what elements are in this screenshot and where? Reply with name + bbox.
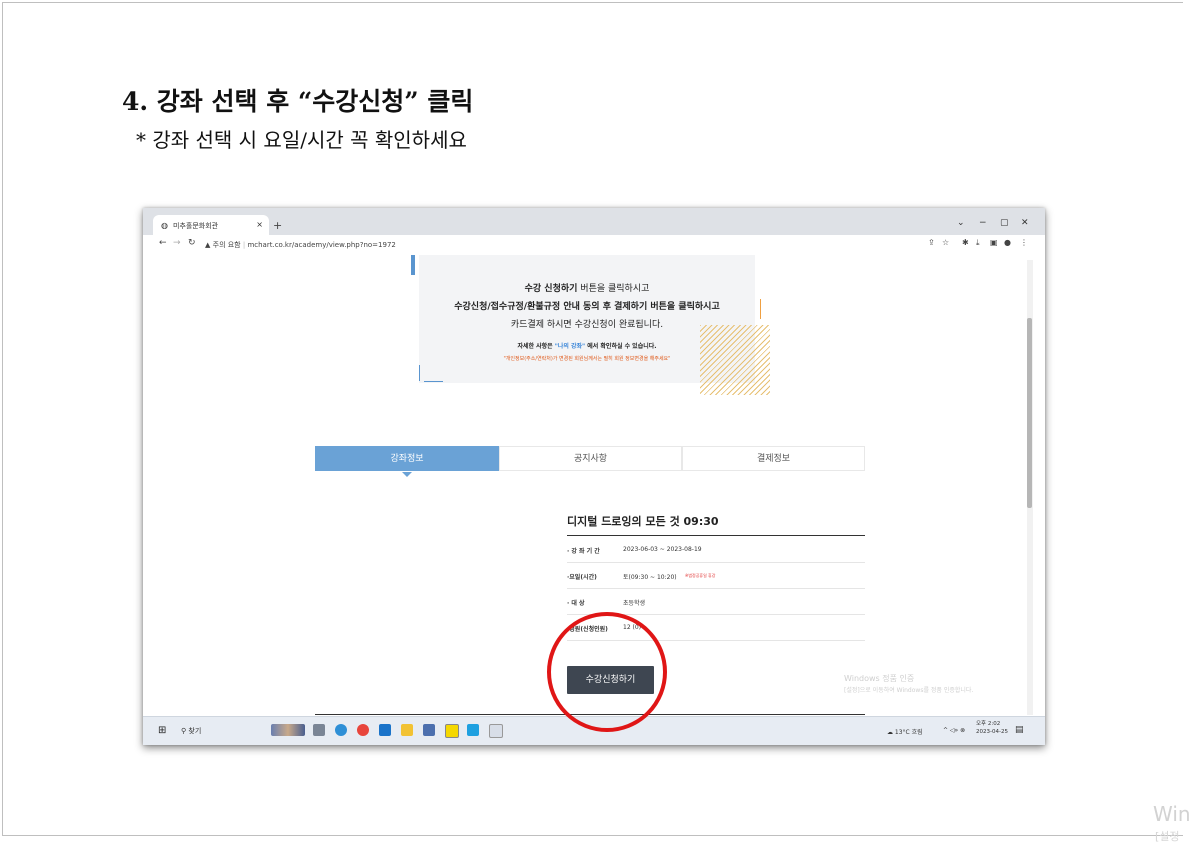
banner-corner-line-h — [424, 381, 443, 382]
security-warning-label: 주의 요함 — [212, 241, 241, 249]
info-value: 초등학생 — [623, 600, 646, 607]
browser-tab-bar: ◍ 미추홀문화회관 × + ⌄ − ▢ ✕ — [143, 208, 1045, 235]
browser-tab[interactable]: ◍ 미추홀문화회관 × — [153, 215, 269, 235]
banner-line-1: 수강 신청하기 버튼을 클릭하시고 — [419, 281, 755, 294]
edge-browser-icon[interactable] — [335, 724, 347, 736]
browser-tab-title: 미추홀문화회관 — [173, 222, 219, 230]
url-text: mchart.co.kr/academy/view.php?no=1972 — [247, 241, 396, 249]
paint-icon[interactable] — [489, 724, 503, 738]
share-icon[interactable]: ⇪ — [928, 238, 935, 247]
annotation-red-circle — [547, 612, 667, 732]
menu-icon[interactable]: ⋮ — [1020, 238, 1028, 247]
taskbar-search[interactable]: ⚲ 찾기 — [181, 726, 201, 736]
restore-icon[interactable]: ▢ — [1000, 218, 1009, 228]
weather-widget[interactable]: ☁ 13°C 흐림 — [887, 727, 923, 736]
chevron-down-icon[interactable]: ⌄ — [957, 218, 965, 228]
tab-payment-info[interactable]: 결제정보 — [682, 446, 865, 471]
minimize-icon[interactable]: − — [979, 218, 987, 228]
search-icon: ⚲ — [181, 727, 187, 735]
info-value: 토(09:30 ~ 10:20) — [623, 574, 677, 581]
info-row-period: · 강 좌 기 간 2023-06-03 ~ 2023-08-19 — [567, 536, 865, 563]
banner-line-5: "개인정보(주소/연락처)가 변경된 회원님께서는 필히 회원 정보변경을 해주… — [503, 356, 671, 362]
app-icon[interactable] — [467, 724, 479, 736]
file-explorer-icon[interactable] — [401, 724, 413, 736]
active-tab-caret — [402, 472, 412, 477]
url-field[interactable]: ▲ 주의 요함 | mchart.co.kr/academy/view.php?… — [205, 240, 396, 250]
back-icon[interactable]: ← — [159, 238, 167, 248]
scrollbar-thumb[interactable] — [1027, 318, 1032, 508]
course-title: 디지털 드로잉의 모든 것 09:30 — [567, 515, 719, 528]
my-courses-link[interactable]: "나의 강좌" — [555, 343, 585, 350]
store-icon[interactable] — [423, 724, 435, 736]
taskbar-time: 오후 2:02 — [976, 721, 1001, 727]
info-row-target: · 대 상 초등학생 — [567, 588, 865, 615]
course-tabs: 강좌정보 공지사항 결제정보 — [315, 446, 865, 472]
reload-icon[interactable]: ↻ — [188, 238, 196, 248]
document-subtitle: * 강좌 선택 시 요일/시간 꼭 확인하세요 — [136, 128, 467, 152]
system-tray-icons[interactable]: ^ ◁» ⊗ — [943, 727, 965, 734]
banner-corner-line — [419, 365, 420, 381]
close-tab-icon[interactable]: × — [256, 220, 263, 229]
windows-activation-title: Windows 정품 인증 — [844, 674, 915, 683]
task-view-icon[interactable] — [313, 724, 325, 736]
close-window-icon[interactable]: ✕ — [1021, 218, 1029, 228]
corner-watermark: Win — [1153, 802, 1189, 826]
forward-icon[interactable]: → — [173, 238, 181, 248]
kakaotalk-icon[interactable] — [445, 724, 459, 738]
windows-start-icon[interactable]: ⊞ — [158, 725, 166, 736]
taskbar-date: 2023-04-25 — [976, 729, 1008, 735]
tab-notice[interactable]: 공지사항 — [499, 446, 682, 471]
info-key: ·요일(시간) — [567, 574, 597, 581]
banner-line-4-pre: 자세한 사항은 — [517, 343, 555, 350]
info-key: · 강 좌 기 간 — [567, 548, 600, 555]
chrome-browser-icon[interactable] — [357, 724, 369, 736]
taskbar-clock[interactable]: 오후 2:02 2023-04-25 — [976, 720, 1008, 736]
banner-line-2: 수강신청/접수규정/환불규정 안내 동의 후 결제하기 버튼을 클릭하시고 — [454, 302, 720, 312]
notification-icon[interactable]: ▤ — [1015, 725, 1024, 735]
warning-icon: ▲ — [205, 241, 211, 249]
mail-icon[interactable] — [379, 724, 391, 736]
info-value: 2023-06-03 ~ 2023-08-19 — [623, 546, 702, 553]
tab-course-info[interactable]: 강좌정보 — [315, 446, 499, 471]
new-tab-icon[interactable]: + — [273, 219, 282, 232]
profile-icon[interactable]: ● — [1004, 238, 1011, 247]
taskbar-search-label: 찾기 — [188, 727, 202, 735]
search-highlight-icon[interactable] — [271, 724, 305, 736]
extensions-icon[interactable]: ✱ — [962, 238, 969, 247]
weather-cloud-icon: ☁ — [887, 729, 893, 736]
address-bar: ← → ↻ ▲ 주의 요함 | mchart.co.kr/academy/vie… — [143, 235, 1045, 254]
banner-line-1-bold: 수강 신청하기 — [524, 284, 578, 294]
banner-accent — [411, 255, 415, 275]
banner-line-1-rest: 버튼을 클릭하시고 — [577, 284, 650, 294]
info-row-schedule: ·요일(시간) 토(09:30 ~ 10:20) ※법정공휴일 휴강 — [567, 562, 865, 589]
bookmark-star-icon[interactable]: ☆ — [942, 238, 949, 247]
windows-activation-message: [설정]으로 이동하여 Windows를 정품 인증합니다. — [844, 687, 974, 694]
document-title: 4. 강좌 선택 후 “수강신청” 클릭 — [122, 87, 474, 116]
site-favicon-icon: ◍ — [161, 221, 168, 230]
weather-text: 13°C 흐림 — [894, 729, 923, 736]
banner-line-3: 카드결제 하시면 수강신청이 완료됩니다. — [510, 320, 664, 330]
info-key: · 대 상 — [567, 600, 585, 607]
holiday-note: ※법정공휴일 휴강 — [685, 573, 716, 578]
sidepanel-icon[interactable]: ▣ — [990, 238, 998, 247]
banner-orange-line — [760, 299, 761, 319]
banner-line-4-post: 에서 확인하실 수 있습니다. — [585, 343, 657, 350]
download-icon[interactable]: ⤓ — [976, 238, 980, 248]
banner-line-4: 자세한 사항은 "나의 강좌" 에서 확인하실 수 있습니다. — [419, 341, 755, 350]
